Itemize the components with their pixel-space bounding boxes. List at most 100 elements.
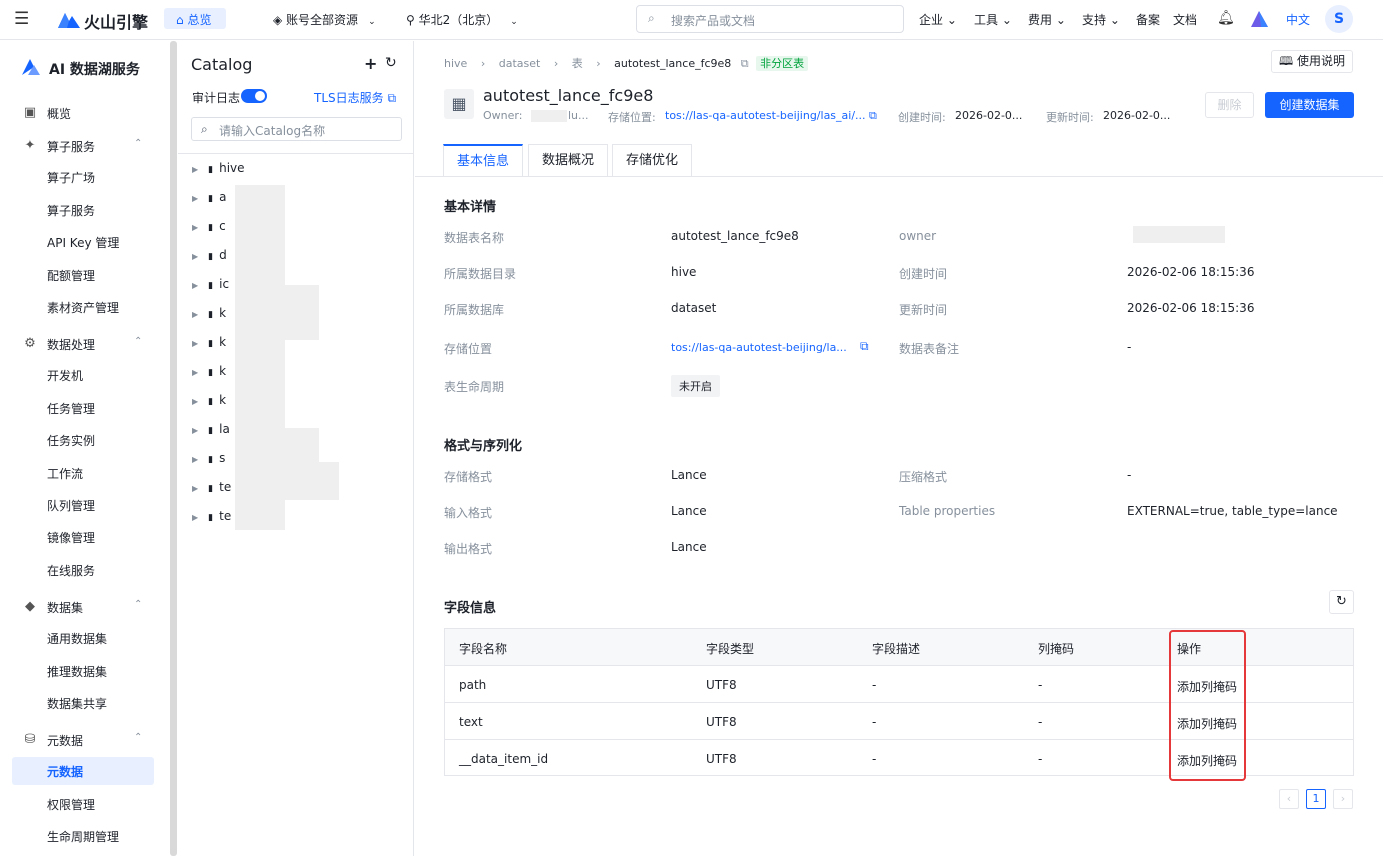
breadcrumb-table[interactable]: 表 bbox=[572, 57, 583, 70]
home-button[interactable]: ⌂ 总览 bbox=[164, 8, 226, 29]
sidebar-group-metadata[interactable]: 元数据 bbox=[47, 732, 83, 749]
chevron-up-icon[interactable]: ⌃ bbox=[134, 138, 142, 149]
sidebar-item-workflow[interactable]: 工作流 bbox=[47, 465, 83, 482]
caret-right-icon[interactable]: ▶ bbox=[192, 397, 198, 406]
chevron-up-icon[interactable]: ⌃ bbox=[134, 732, 142, 743]
global-search-input[interactable]: ⌕ 搜索产品或文档 bbox=[636, 5, 904, 33]
search-icon: ⌕ bbox=[648, 11, 655, 25]
sidebar-item-quota[interactable]: 配额管理 bbox=[47, 267, 95, 284]
create-dataset-button[interactable]: 创建数据集 bbox=[1265, 92, 1354, 118]
catalog-tree-item[interactable]: ▶ ▮ s bbox=[192, 451, 225, 465]
sidebar-item-task-instances[interactable]: 任务实例 bbox=[47, 432, 95, 449]
brand-name[interactable]: 火山引擎 bbox=[84, 9, 148, 33]
catalog-tree-item[interactable]: ▶ ▮ k bbox=[192, 364, 226, 378]
bell-icon[interactable]: 🔔︎ bbox=[1217, 10, 1235, 26]
breadcrumb-hive[interactable]: hive bbox=[444, 57, 467, 70]
caret-right-icon[interactable]: ▶ bbox=[192, 194, 198, 203]
caret-right-icon[interactable]: ▶ bbox=[192, 339, 198, 348]
catalog-tree-item[interactable]: ▶ ▮ k bbox=[192, 306, 226, 320]
sidebar-item-queues[interactable]: 队列管理 bbox=[47, 497, 95, 514]
breadcrumb-dataset[interactable]: dataset bbox=[499, 57, 541, 70]
sidebar-item-tasks[interactable]: 任务管理 bbox=[47, 400, 95, 417]
add-icon[interactable]: + bbox=[364, 54, 377, 73]
redacted-block bbox=[235, 462, 339, 500]
copy-icon[interactable]: ⧉ bbox=[860, 339, 869, 354]
caret-right-icon[interactable]: ▶ bbox=[192, 368, 198, 377]
catalog-tree-item[interactable]: ▶ ▮ te bbox=[192, 509, 231, 523]
breadcrumb-current: autotest_lance_fc9e8 bbox=[614, 57, 732, 70]
caret-right-icon[interactable]: ▶ bbox=[192, 426, 198, 435]
chevron-up-icon[interactable]: ⌃ bbox=[134, 336, 142, 347]
caret-right-icon[interactable]: ▶ bbox=[192, 310, 198, 319]
catalog-search-input[interactable]: ⌕ 请输入Catalog名称 bbox=[191, 117, 402, 141]
copy-icon[interactable]: ⧉ bbox=[741, 57, 749, 70]
sidebar-item-online[interactable]: 在线服务 bbox=[47, 562, 95, 579]
catalog-tree-item[interactable]: ▶ ▮ ic bbox=[192, 277, 229, 291]
remark-label: 数据表备注 bbox=[899, 342, 960, 356]
caret-right-icon[interactable]: ▶ bbox=[192, 223, 198, 232]
catalog-tree-item[interactable]: ▶ ▮ la bbox=[192, 422, 230, 436]
copy-icon[interactable]: ⧉ bbox=[869, 109, 877, 122]
tab-data-overview[interactable]: 数据概况 bbox=[528, 144, 608, 176]
catalog-tree-item[interactable]: ▶ ▮ d bbox=[192, 248, 227, 262]
menu-icon[interactable]: ☰ bbox=[14, 9, 29, 29]
refresh-button[interactable]: ↻ bbox=[1329, 590, 1354, 614]
sidebar-group-operator[interactable]: 算子服务 bbox=[47, 138, 95, 155]
tab-storage-optimize[interactable]: 存储优化 bbox=[612, 144, 692, 176]
refresh-icon[interactable]: ↻ bbox=[385, 55, 397, 71]
sidebar-item-images[interactable]: 镜像管理 bbox=[47, 529, 95, 546]
location-field-link[interactable]: tos://las-qa-autotest-beijing/la... bbox=[671, 341, 847, 354]
catalog-tree-item[interactable]: ▶ ▮ k bbox=[192, 335, 226, 349]
sidebar-item-operator-service[interactable]: 算子服务 bbox=[47, 202, 95, 219]
sidebar-group-processing[interactable]: 数据处理 bbox=[47, 336, 95, 353]
table-properties-label: Table properties bbox=[899, 504, 996, 518]
ai-assistant-icon[interactable] bbox=[1251, 11, 1268, 27]
audit-log-toggle[interactable] bbox=[241, 89, 267, 103]
sidebar-item-operator-square[interactable]: 算子广场 bbox=[47, 169, 95, 186]
nav-filing[interactable]: 备案 bbox=[1136, 11, 1160, 28]
sidebar-item-dataset-share[interactable]: 数据集共享 bbox=[47, 695, 107, 712]
caret-right-icon[interactable]: ▶ bbox=[192, 252, 198, 261]
region-selector[interactable]: ⚲ 华北2（北京） ⌄ bbox=[406, 11, 518, 28]
updated-time-value: 2026-02-06 18:15:36 bbox=[1127, 301, 1255, 315]
help-button[interactable]: 🕮︎ 使用说明 bbox=[1271, 50, 1353, 73]
sidebar-item-metadata[interactable]: 元数据 bbox=[47, 763, 83, 780]
nav-support[interactable]: 支持 ⌄ bbox=[1082, 11, 1120, 28]
sidebar-item-permissions[interactable]: 权限管理 bbox=[47, 796, 95, 813]
sidebar-group-dataset[interactable]: 数据集 bbox=[47, 599, 83, 616]
sidebar-item-devbox[interactable]: 开发机 bbox=[47, 367, 83, 384]
caret-right-icon[interactable]: ▶ bbox=[192, 484, 198, 493]
sidebar-item-assets[interactable]: 素材资产管理 bbox=[47, 299, 119, 316]
sidebar-item-inference-dataset[interactable]: 推理数据集 bbox=[47, 663, 107, 680]
sidebar-item-general-dataset[interactable]: 通用数据集 bbox=[47, 630, 107, 647]
nav-docs[interactable]: 文档 bbox=[1173, 11, 1197, 28]
sidebar-item-overview[interactable]: 概览 bbox=[47, 105, 71, 122]
catalog-tree-item[interactable]: ▶ ▮ hive bbox=[192, 161, 245, 175]
caret-right-icon[interactable]: ▶ bbox=[192, 165, 198, 174]
page-number-button[interactable]: 1 bbox=[1306, 789, 1326, 809]
created-time-value: 2026-02-06 18:15:36 bbox=[1127, 265, 1255, 279]
chevron-up-icon[interactable]: ⌃ bbox=[134, 599, 142, 610]
tab-basic-info[interactable]: 基本信息 bbox=[443, 144, 523, 176]
catalog-tree-item[interactable]: ▶ ▮ a bbox=[192, 190, 226, 204]
tls-log-link[interactable]: TLS日志服务 ⧉ bbox=[314, 89, 396, 106]
sidebar-item-api-key[interactable]: API Key 管理 bbox=[47, 234, 119, 251]
nav-tools[interactable]: 工具 ⌄ bbox=[974, 11, 1012, 28]
caret-right-icon[interactable]: ▶ bbox=[192, 281, 198, 290]
catalog-tree-item[interactable]: ▶ ▮ c bbox=[192, 219, 226, 233]
language-switch[interactable]: 中文 bbox=[1286, 11, 1310, 28]
sidebar-scrollbar[interactable] bbox=[170, 41, 177, 856]
nav-billing[interactable]: 费用 ⌄ bbox=[1028, 11, 1066, 28]
catalog-tree-item[interactable]: ▶ ▮ k bbox=[192, 393, 226, 407]
caret-right-icon[interactable]: ▶ bbox=[192, 455, 198, 464]
nav-enterprise[interactable]: 企业 ⌄ bbox=[919, 11, 957, 28]
next-page-button[interactable]: › bbox=[1333, 789, 1353, 809]
avatar[interactable]: S bbox=[1325, 5, 1353, 33]
prev-page-button[interactable]: ‹ bbox=[1279, 789, 1299, 809]
catalog-tree-item[interactable]: ▶ ▮ te bbox=[192, 480, 231, 494]
sidebar-item-lifecycle[interactable]: 生命周期管理 bbox=[47, 828, 119, 845]
caret-right-icon[interactable]: ▶ bbox=[192, 513, 198, 522]
account-selector[interactable]: ◈ 账号全部资源 ⌄ bbox=[273, 11, 376, 28]
delete-button[interactable]: 删除 bbox=[1205, 92, 1254, 118]
location-link[interactable]: tos://las-qa-autotest-beijing/las_ai/...… bbox=[665, 109, 877, 123]
